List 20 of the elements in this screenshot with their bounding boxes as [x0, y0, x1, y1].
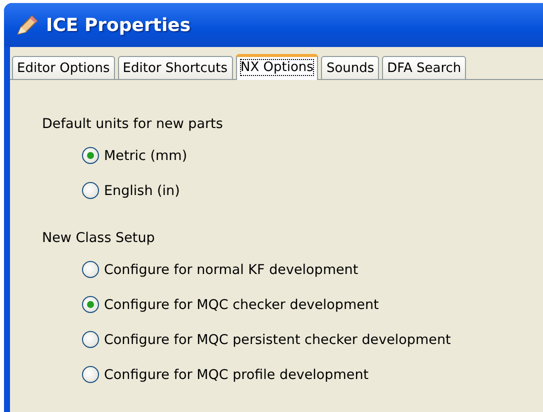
radio-label[interactable]: Metric (mm)	[104, 148, 188, 164]
radio-label[interactable]: English (in)	[104, 182, 180, 198]
radio-button[interactable]	[82, 147, 99, 164]
tab[interactable]: Editor Shortcuts	[118, 56, 233, 79]
radio-label[interactable]: Configure for MQC profile development	[104, 366, 369, 382]
tab[interactable]: Editor Options	[12, 56, 115, 79]
radio-button[interactable]	[82, 366, 99, 383]
tab[interactable]: Sounds	[321, 56, 380, 79]
tab[interactable]: NX Options	[236, 54, 318, 80]
radio-button[interactable]	[82, 182, 99, 199]
group-label: Default units for new parts	[42, 116, 224, 132]
radio-label[interactable]: Configure for MQC checker development	[104, 296, 379, 312]
radio-button[interactable]	[82, 261, 99, 278]
window-title: ICE Properties	[46, 14, 191, 36]
radio-button[interactable]	[82, 331, 99, 348]
group-label: New Class Setup	[42, 230, 156, 246]
tab[interactable]: DFA Search	[382, 56, 466, 79]
radio-label[interactable]: Configure for MQC persistent checker development	[104, 332, 451, 348]
radio-button[interactable]	[82, 296, 99, 313]
radio-label[interactable]: Configure for normal KF development	[104, 262, 358, 278]
